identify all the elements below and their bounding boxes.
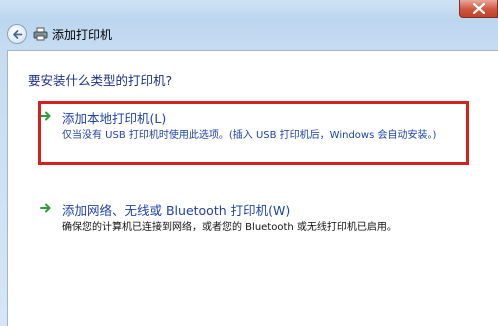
close-icon — [473, 3, 485, 14]
page-question: 要安装什么类型的打印机? — [28, 73, 173, 88]
back-button[interactable] — [7, 24, 27, 44]
option-description: 确保您的计算机已连接到网络，或者您的 Bluetooth 或无线打印机已启用。 — [62, 222, 397, 233]
green-arrow-icon — [40, 203, 51, 213]
back-arrow-icon — [13, 30, 23, 39]
printer-icon — [33, 27, 48, 41]
title-bar: 添加打印机 — [0, 20, 498, 48]
red-highlight-box — [38, 101, 469, 165]
close-button[interactable] — [459, 0, 498, 18]
option-title: 添加网络、无线或 Bluetooth 打印机(W) — [62, 203, 291, 218]
window-title: 添加打印机 — [52, 28, 113, 42]
wizard-content — [7, 50, 498, 326]
window-frame: 添加打印机 要安装什么类型的打印机? 添加本地打印机(L) 仅当没有 USB 打… — [0, 0, 498, 326]
